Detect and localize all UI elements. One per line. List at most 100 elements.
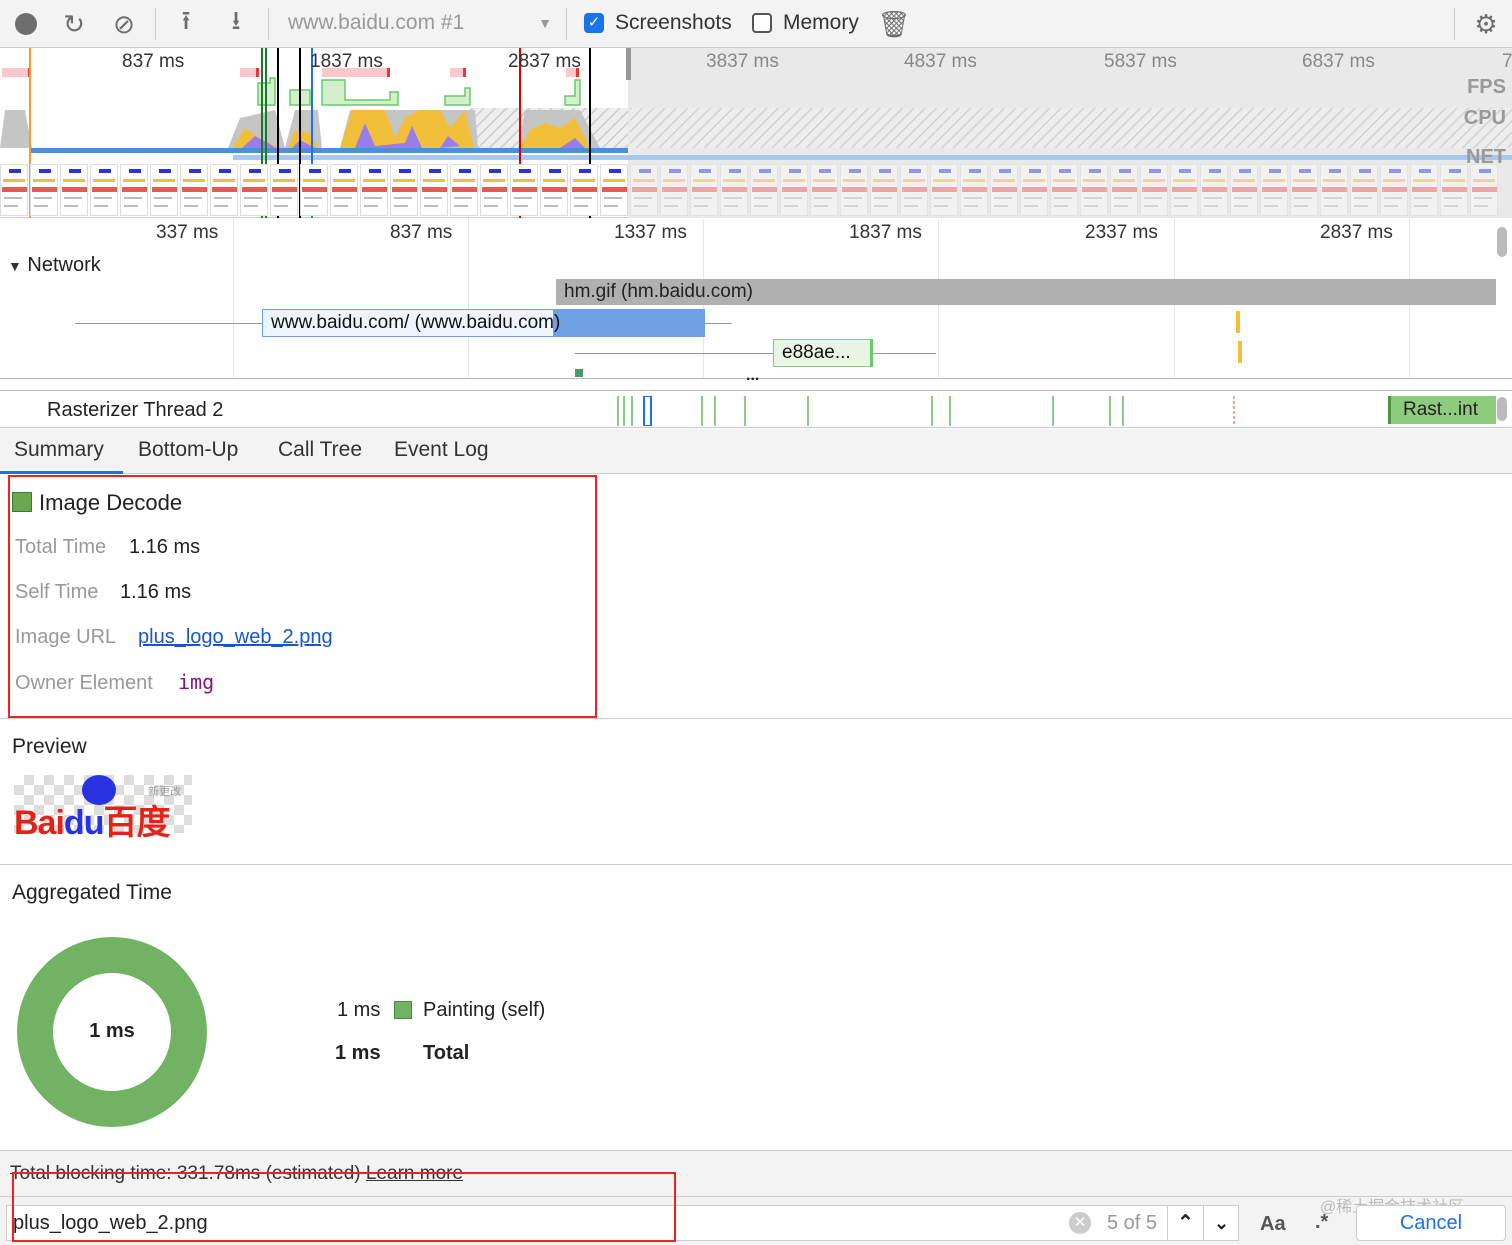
request-marker[interactable] bbox=[1238, 341, 1242, 363]
reload-icon[interactable]: ↻ bbox=[58, 8, 90, 40]
ruler-label: 1337 ms bbox=[614, 222, 687, 243]
screenshot-thumbnail[interactable] bbox=[0, 164, 28, 216]
tab-event-log[interactable]: Event Log bbox=[380, 429, 503, 474]
resize-handle[interactable]: ... bbox=[746, 367, 759, 385]
request-marker[interactable] bbox=[575, 369, 583, 377]
screenshot-thumbnail[interactable] bbox=[240, 164, 268, 216]
screenshot-thumbnail[interactable] bbox=[1230, 164, 1258, 216]
scrollbar-thumb[interactable] bbox=[1497, 397, 1507, 421]
screenshot-thumbnail[interactable] bbox=[630, 164, 658, 216]
network-request-e88ae[interactable]: e88ae... bbox=[773, 339, 873, 367]
screenshot-thumbnail[interactable] bbox=[1050, 164, 1078, 216]
divider bbox=[1454, 8, 1455, 40]
screenshot-thumbnail[interactable] bbox=[1470, 164, 1498, 216]
screenshot-thumbnail[interactable] bbox=[1380, 164, 1408, 216]
trash-icon[interactable]: 🗑 bbox=[878, 8, 911, 40]
screenshot-thumbnail[interactable] bbox=[1260, 164, 1288, 216]
screenshot-thumbnail[interactable] bbox=[1080, 164, 1108, 216]
clear-search-icon[interactable]: ✕ bbox=[1069, 1212, 1091, 1234]
overview-time-label: 7 bbox=[1502, 51, 1512, 72]
screenshot-thumbnail[interactable] bbox=[780, 164, 808, 216]
screenshot-thumbnail[interactable] bbox=[810, 164, 838, 216]
screenshot-thumbnail[interactable] bbox=[120, 164, 148, 216]
screenshot-thumbnail[interactable] bbox=[900, 164, 928, 216]
overview-time-label: 1837 ms bbox=[310, 51, 383, 72]
screenshot-thumbnail[interactable] bbox=[480, 164, 508, 216]
download-icon[interactable]: ⭳ bbox=[220, 5, 252, 40]
screenshot-thumbnail[interactable] bbox=[840, 164, 868, 216]
tab-summary[interactable]: Summary bbox=[0, 429, 123, 474]
cancel-button[interactable]: Cancel bbox=[1356, 1205, 1506, 1241]
screenshot-thumbnail[interactable] bbox=[1140, 164, 1168, 216]
screenshot-thumbnail[interactable] bbox=[1320, 164, 1348, 216]
memory-checkbox[interactable] bbox=[752, 13, 772, 33]
screenshot-thumbnail[interactable] bbox=[930, 164, 958, 216]
screenshot-thumbnail[interactable] bbox=[390, 164, 418, 216]
network-track: ▼ Network hm.gif (hm.baidu.com) www.baid… bbox=[0, 249, 1512, 384]
event-title: Image Decode bbox=[39, 490, 183, 515]
upload-icon[interactable]: ⭱ bbox=[170, 5, 202, 40]
screenshot-thumbnail[interactable] bbox=[570, 164, 598, 216]
screenshots-checkbox[interactable]: ✓ bbox=[584, 13, 604, 33]
screenshot-thumbnail[interactable] bbox=[1110, 164, 1138, 216]
request-marker[interactable] bbox=[1236, 311, 1240, 333]
screenshot-thumbnail[interactable] bbox=[30, 164, 58, 216]
screenshot-thumbnail[interactable] bbox=[1290, 164, 1318, 216]
tab-bottom-up[interactable]: Bottom-Up bbox=[124, 429, 252, 474]
net-label: NET bbox=[1466, 146, 1506, 168]
timeline-overview[interactable]: 837 ms 1837 ms 2837 ms 3837 ms 4837 ms 5… bbox=[0, 48, 1512, 218]
screenshot-thumbnail[interactable] bbox=[210, 164, 238, 216]
screenshot-thumbnail[interactable] bbox=[1440, 164, 1468, 216]
overview-time-label: 3837 ms bbox=[706, 51, 779, 72]
donut-center-label: 1 ms bbox=[89, 1020, 135, 1042]
image-url-link[interactable]: plus_logo_web_2.png bbox=[138, 626, 333, 649]
owner-element-link[interactable]: img bbox=[178, 670, 214, 694]
match-case-button[interactable]: Aa bbox=[1260, 1213, 1286, 1236]
screenshot-thumbnail[interactable] bbox=[600, 164, 628, 216]
screenshot-thumbnail[interactable] bbox=[330, 164, 358, 216]
record-icon[interactable] bbox=[10, 8, 42, 40]
settings-gear-icon[interactable]: ⚙ bbox=[1470, 8, 1502, 40]
fps-label: FPS bbox=[1467, 76, 1506, 98]
legend-label: Painting (self) bbox=[423, 999, 546, 1021]
previous-match-button[interactable]: ⌃ bbox=[1167, 1206, 1203, 1240]
screenshot-thumbnail[interactable] bbox=[660, 164, 688, 216]
total-label: Total bbox=[423, 1042, 470, 1064]
screenshot-thumbnail[interactable] bbox=[360, 164, 388, 216]
ruler-label: 337 ms bbox=[156, 222, 219, 243]
screenshot-thumbnail[interactable] bbox=[180, 164, 208, 216]
profile-select[interactable]: www.baidu.com #1 ▼ bbox=[288, 11, 558, 35]
screenshot-thumbnail[interactable] bbox=[540, 164, 568, 216]
screenshot-thumbnail[interactable] bbox=[750, 164, 778, 216]
tab-call-tree[interactable]: Call Tree bbox=[264, 429, 376, 474]
network-request-www-baidu[interactable]: www.baidu.com/ (www.baidu.com) bbox=[262, 309, 705, 337]
screenshot-thumbnail[interactable] bbox=[1020, 164, 1048, 216]
screenshot-thumbnail[interactable] bbox=[960, 164, 988, 216]
screenshot-thumbnail[interactable] bbox=[690, 164, 718, 216]
screenshot-thumbnail[interactable] bbox=[1350, 164, 1378, 216]
clear-icon[interactable]: ⊘ bbox=[108, 8, 140, 40]
next-match-button[interactable]: ⌄ bbox=[1203, 1206, 1239, 1240]
screenshot-thumbnail[interactable] bbox=[60, 164, 88, 216]
screenshot-thumbnail[interactable] bbox=[990, 164, 1018, 216]
screenshot-thumbnail[interactable] bbox=[1200, 164, 1228, 216]
screenshot-thumbnail[interactable] bbox=[510, 164, 538, 216]
screenshot-thumbnail[interactable] bbox=[1170, 164, 1198, 216]
screenshots-label[interactable]: Screenshots bbox=[615, 11, 732, 35]
screenshot-thumbnail[interactable] bbox=[270, 164, 298, 216]
screenshot-thumbnail[interactable] bbox=[450, 164, 478, 216]
screenshot-thumbnail[interactable] bbox=[90, 164, 118, 216]
network-request-hm-gif[interactable]: hm.gif (hm.baidu.com) bbox=[556, 279, 1496, 305]
screenshot-thumbnail[interactable] bbox=[420, 164, 448, 216]
raster-event-block[interactable]: Rast...int bbox=[1388, 396, 1496, 424]
cpu-idle-hatch bbox=[630, 108, 1512, 148]
screenshot-thumbnail[interactable] bbox=[1410, 164, 1438, 216]
memory-label[interactable]: Memory bbox=[783, 11, 859, 35]
network-track-header[interactable]: ▼ Network bbox=[8, 254, 101, 277]
screenshot-thumbnail[interactable] bbox=[300, 164, 328, 216]
net-bar bbox=[30, 148, 628, 153]
screenshot-thumbnail[interactable] bbox=[870, 164, 898, 216]
screenshot-thumbnail[interactable] bbox=[720, 164, 748, 216]
screenshot-thumbnail[interactable] bbox=[150, 164, 178, 216]
overview-time-label: 2837 ms bbox=[508, 51, 581, 72]
